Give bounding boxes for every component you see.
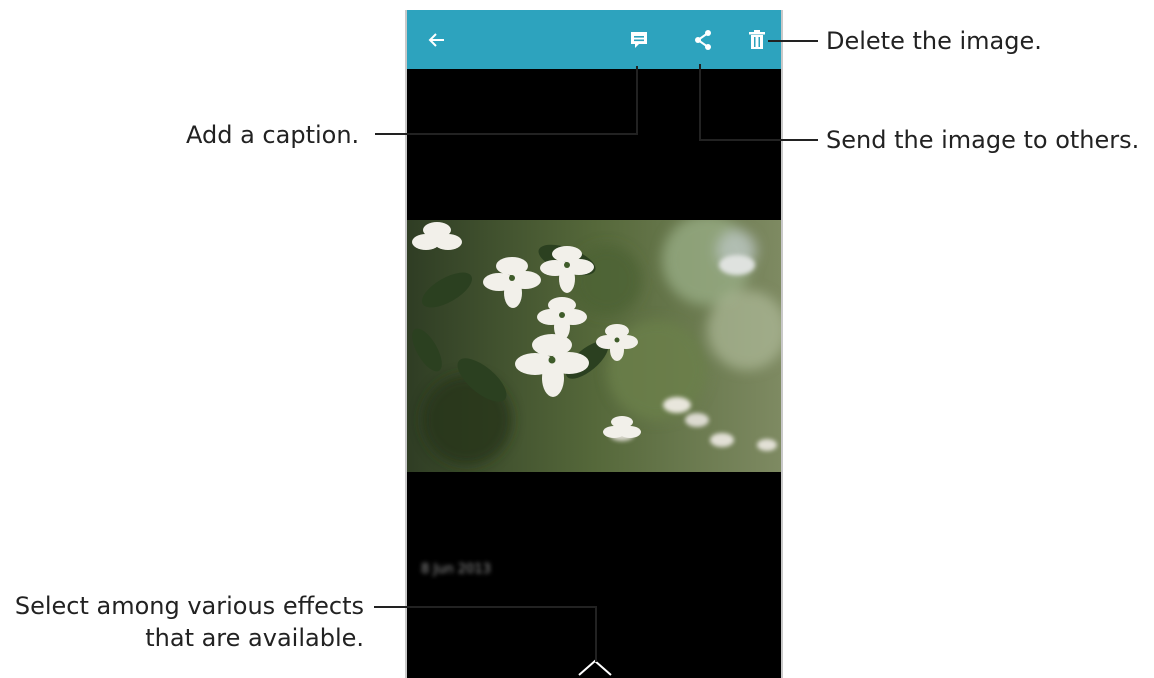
caption-icon (631, 31, 647, 48)
effects-callout-line2: that are available. (145, 624, 364, 652)
share-icon (695, 29, 711, 50)
back-button[interactable] (417, 10, 457, 69)
caption-button[interactable] (619, 10, 659, 69)
chevron-up-icon[interactable] (577, 657, 613, 677)
arrow-left-icon (428, 32, 444, 47)
share-callout: Send the image to others. (826, 126, 1140, 154)
photo-date: 8 Jun 2013 (421, 562, 491, 577)
delete-button[interactable] (737, 10, 777, 69)
flower-photo[interactable] (407, 220, 781, 472)
caption-callout: Add a caption. (186, 121, 360, 149)
effects-callout-line1: Select among various effects (14, 592, 364, 620)
phone-screen: 8 Jun 2013 (405, 10, 783, 678)
app-bar (407, 10, 781, 69)
share-button[interactable] (683, 10, 723, 69)
trash-icon (749, 29, 765, 49)
delete-callout: Delete the image. (826, 27, 1042, 55)
